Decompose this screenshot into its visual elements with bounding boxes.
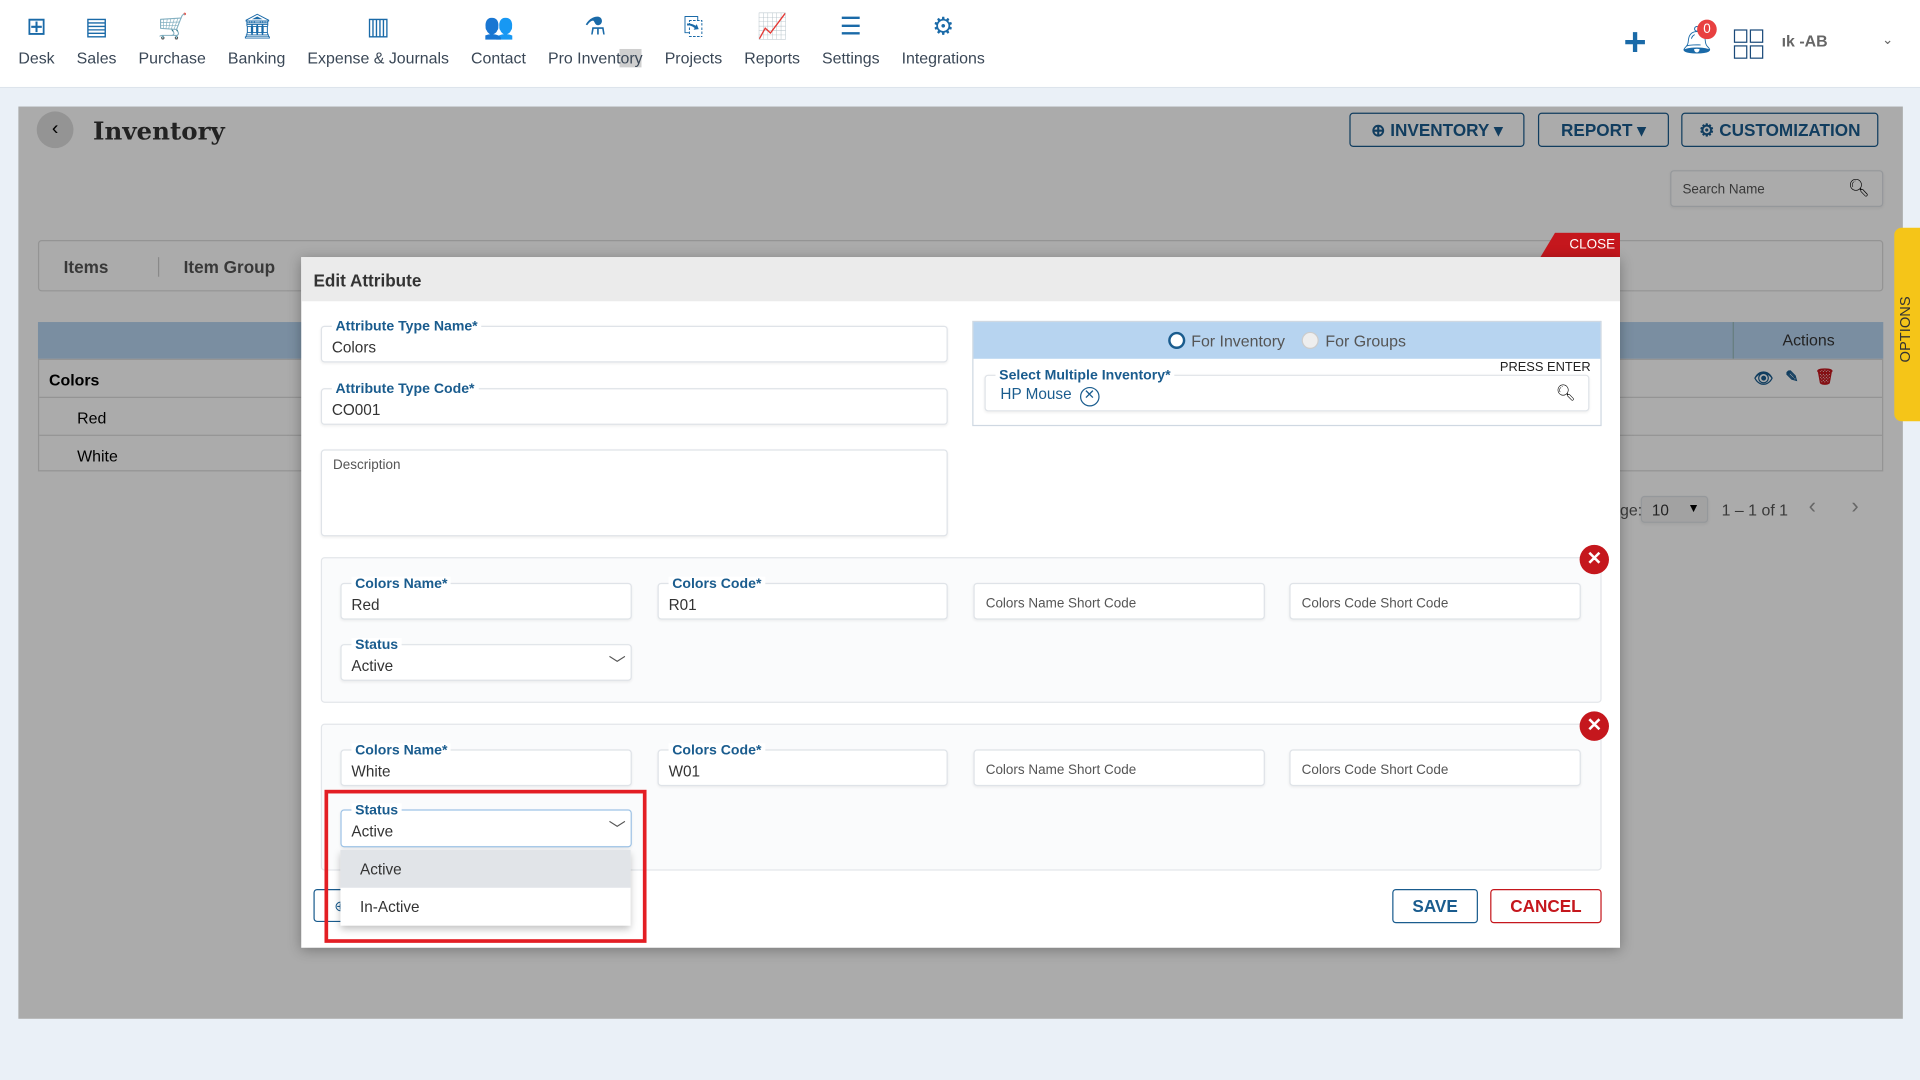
select-multiple-inventory-input[interactable]: Select Multiple Inventory* HP Mouse ✕ 🔍︎: [984, 368, 1590, 412]
colors-name-field[interactable]: Colors Name* White: [340, 743, 632, 787]
nav-item-reports[interactable]: 📈 Reports: [733, 12, 811, 67]
status-select[interactable]: Status Active ﹀: [340, 637, 632, 681]
radio-for-groups[interactable]: For Groups: [1302, 331, 1406, 350]
nav-item-banking[interactable]: 🏛 Banking: [217, 12, 297, 67]
colors-name-short-code-field[interactable]: Colors Name Short Code: [973, 749, 1265, 787]
attribute-type-name-field[interactable]: Attribute Type Name* Colors: [320, 319, 948, 363]
nav-label: Contact: [471, 48, 526, 68]
modal-title: Edit Attribute: [301, 257, 1621, 302]
journal-icon: ▥: [366, 13, 390, 41]
description-textarea[interactable]: Description: [320, 449, 948, 537]
integrations-icon: ⚙: [932, 13, 955, 41]
radio-for-inventory[interactable]: For Inventory: [1167, 331, 1285, 350]
chevron-down-icon: ﹀: [608, 653, 626, 674]
nav-item-settings[interactable]: ☰ Settings: [811, 12, 891, 67]
colors-name-short-code-field[interactable]: Colors Name Short Code: [973, 582, 1265, 620]
notification-badge: 0: [1697, 19, 1717, 40]
top-nav-bar: ⊞ Desk ▤ Sales 🛒 Purchase 🏛 Banking ▥ Expense & J…: [0, 0, 1920, 89]
highlight-box: [324, 789, 647, 943]
chevron-down-icon[interactable]: ⌄: [1882, 32, 1893, 48]
sales-icon: ▤: [85, 13, 109, 41]
nav-label: Projects: [664, 48, 723, 68]
colors-code-field[interactable]: Colors Code* W01: [657, 743, 948, 787]
edit-attribute-modal: Edit Attribute Attribute Type Name* Color…: [301, 257, 1621, 948]
nav-label: Reports: [744, 48, 800, 68]
nav-item-integrations[interactable]: ⚙ Integrations: [891, 12, 996, 67]
apps-grid-icon[interactable]: [1733, 29, 1764, 59]
projects-icon: ⎘: [683, 13, 704, 41]
colors-code-short-code-field[interactable]: Colors Code Short Code: [1289, 582, 1581, 620]
contact-icon: 👥: [483, 13, 515, 41]
save-button[interactable]: SAVE: [1392, 888, 1478, 924]
nav-item-pro-inventory[interactable]: ⚗ Pro Inventory: [537, 12, 654, 68]
nav-item-sales[interactable]: ▤ Sales: [66, 12, 128, 67]
nav-label: Sales: [76, 48, 117, 68]
nav-item-purchase[interactable]: 🛒 Purchase: [128, 12, 217, 67]
reports-icon: 📈: [757, 13, 788, 41]
cancel-button[interactable]: CANCEL: [1490, 888, 1602, 924]
cart-icon: 🛒: [157, 13, 188, 41]
sliders-icon: ☰: [839, 13, 862, 41]
options-side-tab[interactable]: OPTIONS: [1894, 227, 1920, 422]
nav-item-desk[interactable]: ⊞ Desk: [7, 12, 65, 67]
nav-item-projects[interactable]: ⎘ Projects: [654, 12, 734, 67]
inventory-selector: For Inventory For Groups PRESS ENTER Sel…: [972, 320, 1602, 427]
add-icon[interactable]: +: [1624, 22, 1647, 61]
nav-item-expense-journals[interactable]: ▥ Expense & Journals: [296, 12, 460, 67]
nav-label: Pro Inventory: [547, 48, 643, 68]
bank-icon: 🏛: [241, 13, 274, 41]
nav-label: Banking: [227, 48, 286, 68]
press-enter-hint: PRESS ENTER: [1499, 360, 1591, 375]
colors-code-field[interactable]: Colors Code* R01: [657, 576, 948, 620]
user-name[interactable]: ık -AB: [1782, 32, 1828, 50]
desk-icon: ⊞: [26, 13, 47, 41]
remove-row-button[interactable]: ✕: [1579, 544, 1609, 575]
inventory-icon: ⚗: [584, 13, 607, 41]
nav-label: Purchase: [138, 48, 206, 68]
remove-row-button[interactable]: ✕: [1579, 711, 1609, 741]
attribute-value-row: Colors Name* Red Colors Code* R01 Colors N…: [320, 557, 1602, 703]
nav-item-contact[interactable]: 👥 Contact: [460, 12, 537, 67]
nav-label: Desk: [18, 48, 55, 68]
nav-label: Settings: [822, 48, 880, 68]
attribute-type-code-field[interactable]: Attribute Type Code* CO001: [320, 382, 948, 425]
chip-remove-icon[interactable]: ✕: [1079, 386, 1100, 407]
colors-code-short-code-field[interactable]: Colors Code Short Code: [1289, 749, 1581, 787]
nav-label: Expense & Journals: [307, 48, 450, 68]
nav-label: Integrations: [901, 48, 985, 68]
inventory-chip: HP Mouse ✕: [1000, 386, 1100, 407]
colors-name-field[interactable]: Colors Name* Red: [340, 576, 632, 620]
search-icon[interactable]: 🔍︎: [1556, 383, 1576, 403]
